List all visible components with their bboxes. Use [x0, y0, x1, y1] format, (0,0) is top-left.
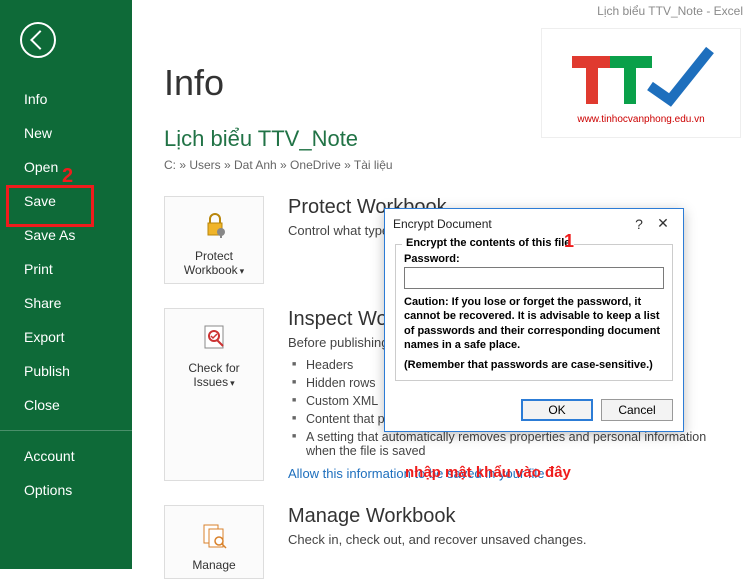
sidebar-item-publish[interactable]: Publish [0, 354, 132, 388]
annotation-number-2: 2 [62, 165, 73, 188]
back-button[interactable] [20, 22, 56, 58]
window-titlebar: Lịch biểu TTV_Note - Excel [132, 0, 751, 22]
manage-heading: Manage Workbook [288, 505, 739, 528]
annotation-box-save [6, 185, 94, 227]
group-legend: Encrypt the contents of this file [402, 237, 574, 249]
manage-icon [169, 516, 259, 552]
manage-workbook-tile[interactable]: Manage [164, 505, 264, 579]
bullet-item: A setting that automatically removes pro… [288, 428, 739, 460]
sidebar-item-close[interactable]: Close [0, 388, 132, 422]
allow-info-link[interactable]: Allow this information to be saved in yo… [288, 466, 739, 481]
sidebar-item-print[interactable]: Print [0, 252, 132, 286]
caution-text: Caution: If you lose or forget the passw… [404, 295, 664, 352]
back-arrow-icon [30, 30, 50, 50]
protect-tile-label: Protect Workbook [184, 249, 238, 277]
manage-sub: Check in, check out, and recover unsaved… [288, 532, 739, 547]
annotation-number-1: 1 [564, 231, 574, 252]
sidebar-separator [0, 430, 132, 431]
sidebar-item-account[interactable]: Account [0, 439, 132, 473]
ok-button[interactable]: OK [521, 399, 593, 421]
chevron-down-icon: ▾ [230, 378, 235, 388]
logo-image: www.tinhocvanphong.edu.vn [541, 28, 741, 138]
inspect-icon [169, 319, 259, 355]
manage-section: Manage Manage Workbook Check in, check o… [164, 505, 751, 579]
help-button[interactable]: ? [627, 216, 651, 232]
ttv-logo-icon [566, 42, 716, 112]
sidebar-list: Info New Open Save Save As Print Share E… [0, 82, 132, 507]
backstage-sidebar: Info New Open Save Save As Print Share E… [0, 0, 132, 569]
sidebar-item-new[interactable]: New [0, 116, 132, 150]
password-input[interactable] [404, 267, 664, 289]
sidebar-item-options[interactable]: Options [0, 473, 132, 507]
dialog-buttons: OK Cancel [385, 391, 683, 431]
dialog-titlebar: Encrypt Document ? ✕ [385, 209, 683, 238]
lock-icon [169, 207, 259, 243]
sidebar-item-export[interactable]: Export [0, 320, 132, 354]
cancel-button[interactable]: Cancel [601, 399, 673, 421]
dialog-title: Encrypt Document [393, 217, 627, 231]
breadcrumb: C: » Users » Dat Anh » OneDrive » Tài li… [164, 158, 751, 172]
manage-body: Manage Workbook Check in, check out, and… [288, 505, 751, 579]
close-button[interactable]: ✕ [651, 215, 675, 232]
sidebar-item-info[interactable]: Info [0, 82, 132, 116]
remember-text: (Remember that passwords are case-sensit… [404, 358, 664, 372]
protect-workbook-tile[interactable]: Protect Workbook▾ [164, 196, 264, 284]
chevron-down-icon: ▾ [240, 266, 245, 276]
logo-url: www.tinhocvanphong.edu.vn [577, 114, 704, 125]
check-issues-tile[interactable]: Check for Issues▾ [164, 308, 264, 481]
manage-tile-label: Manage [192, 558, 235, 572]
password-label: Password: [404, 253, 664, 265]
encrypt-group: Encrypt the contents of this file 1 Pass… [395, 244, 673, 381]
encrypt-dialog: Encrypt Document ? ✕ Encrypt the content… [384, 208, 684, 432]
sidebar-item-share[interactable]: Share [0, 286, 132, 320]
